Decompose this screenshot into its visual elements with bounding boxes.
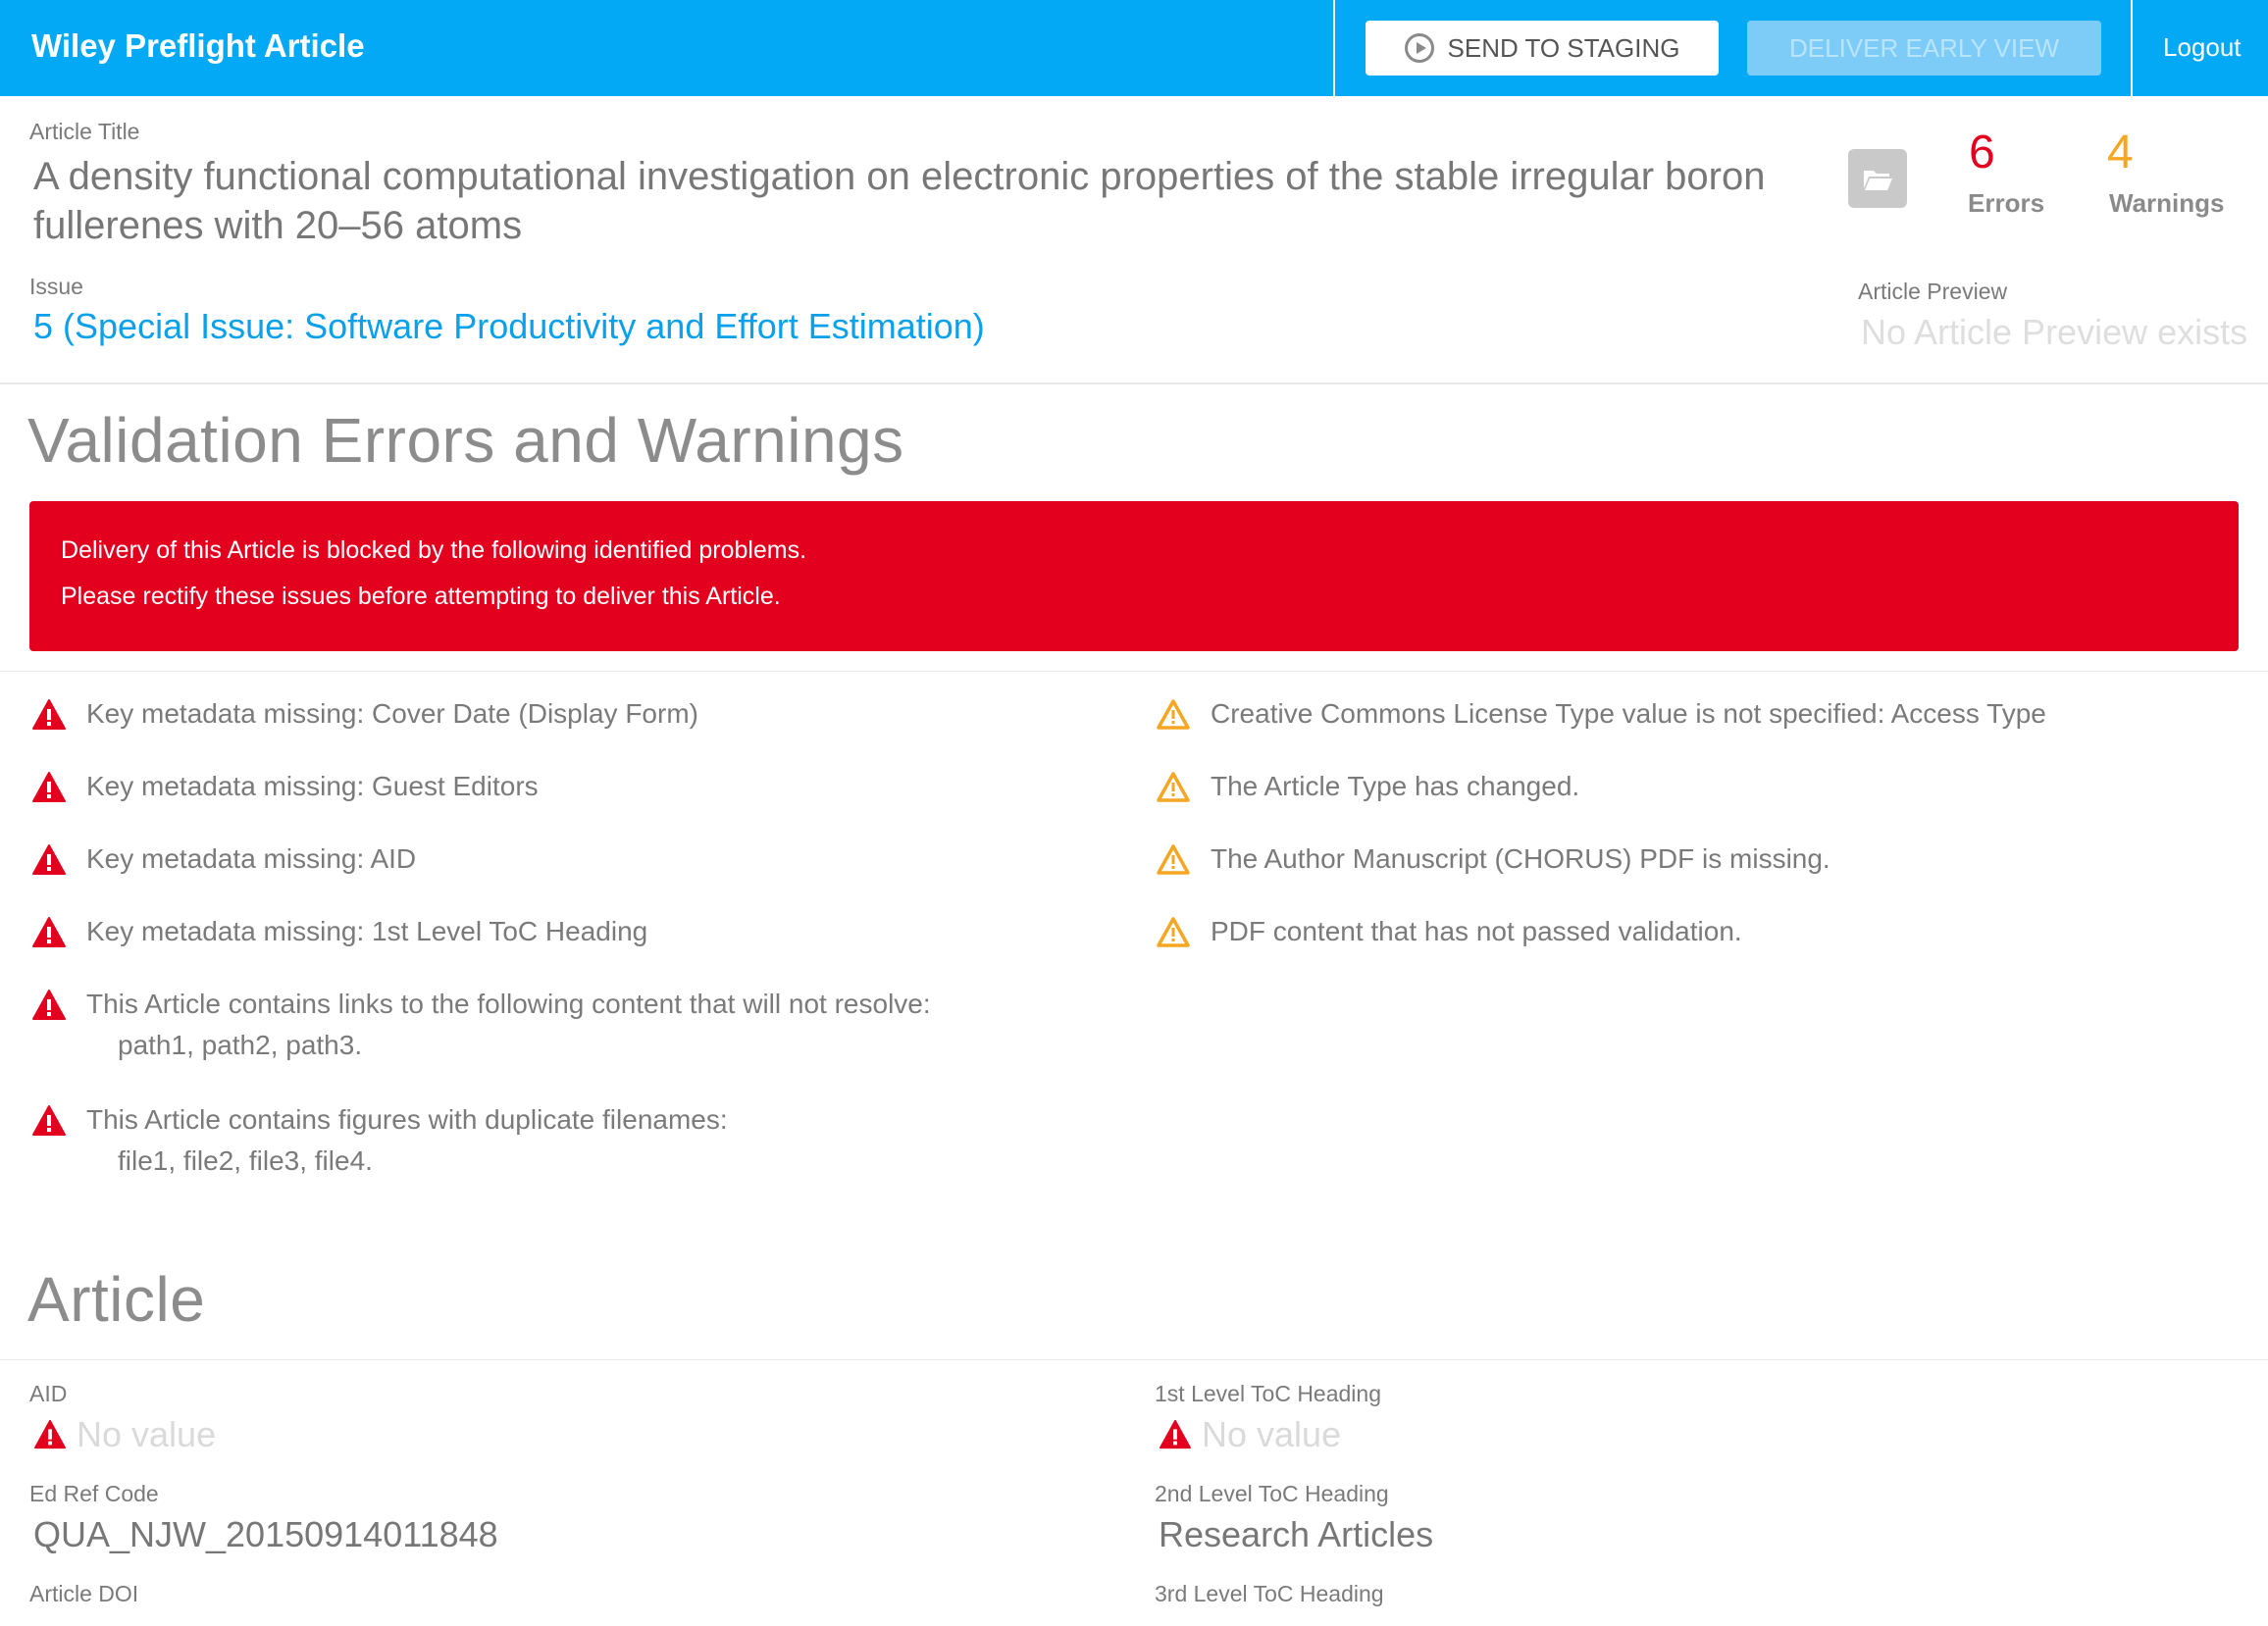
warning-item: PDF content that has not passed validati… [1156,916,1742,949]
divider [0,1359,2268,1360]
errors-count: 6 [1969,127,1995,178]
send-to-staging-button[interactable]: SEND TO STAGING [1366,21,1719,76]
logout-link[interactable]: Logout [2163,32,2242,63]
warning-item: The Author Manuscript (CHORUS) PDF is mi… [1156,843,1830,877]
error-triangle-icon [32,844,66,875]
article-section-title: Article [27,1264,206,1335]
issue-label: Issue [29,274,83,299]
error-triangle-icon [34,1419,66,1449]
doi-label: Article DOI [29,1581,139,1606]
error-triangle-icon [32,772,66,802]
alert-line: Delivery of this Article is blocked by t… [61,536,807,564]
errors-label: Errors [1968,188,2045,218]
error-detail: file1, file2, file3, file4. [118,1145,373,1176]
warning-triangle-icon [1157,699,1190,730]
error-text: Key metadata missing: Guest Editors [86,771,539,801]
aid-label: AID [29,1381,68,1406]
error-text: This Article contains links to the follo… [86,989,931,1019]
article-preview-value: No Article Preview exists [1861,312,2248,352]
error-text: Key metadata missing: AID [86,843,417,874]
error-item: Key metadata missing: 1st Level ToC Head… [31,916,647,949]
send-to-staging-label: SEND TO STAGING [1447,32,1680,63]
topbar-divider [2131,0,2133,96]
toc1-label: 1st Level ToC Heading [1155,1381,1381,1406]
error-text: Key metadata missing: Cover Date (Displa… [86,698,698,729]
validation-section-title: Validation Errors and Warnings [27,405,904,476]
warning-text: Creative Commons License Type value is n… [1211,698,2046,729]
error-item: Key metadata missing: Guest Editors [31,771,539,804]
aid-value: No value [33,1414,216,1455]
error-triangle-icon [32,917,66,947]
folder-icon [1864,171,1892,190]
toc2-value: Research Articles [1159,1514,1434,1554]
error-item: Key metadata missing: Cover Date (Displa… [31,698,698,732]
alert-line: Please rectify these issues before attem… [61,583,781,610]
warnings-label: Warnings [2109,188,2225,218]
toc2-label: 2nd Level ToC Heading [1155,1481,1389,1506]
error-item: This Article contains figures with dupli… [31,1104,728,1176]
blocked-alert: Delivery of this Article is blocked by t… [29,501,2239,651]
article-title: A density functional computational inves… [33,155,1766,247]
warning-item: Creative Commons License Type value is n… [1156,698,2046,732]
divider [0,382,2268,384]
article-preview-label: Article Preview [1858,279,2008,304]
edref-value: QUA_NJW_20150914011848 [33,1514,498,1554]
warning-text: The Author Manuscript (CHORUS) PDF is mi… [1211,843,1830,874]
error-item: Key metadata missing: AID [31,843,416,877]
issue-link[interactable]: 5 (Special Issue: Software Productivity … [33,306,985,347]
app-title: Wiley Preflight Article [31,27,365,64]
edref-label: Ed Ref Code [29,1481,159,1506]
warning-triangle-icon [1157,917,1190,947]
warning-text: The Article Type has changed. [1211,771,1580,801]
aid-value-text: No value [77,1414,217,1454]
top-bar: Wiley Preflight Article SEND TO STAGING … [0,0,2268,96]
toc1-value: No value [1159,1414,1341,1455]
error-text: This Article contains figures with dupli… [86,1104,728,1135]
warning-triangle-icon [1157,844,1190,875]
error-triangle-icon [32,990,66,1020]
open-folder-button[interactable] [1848,149,1907,208]
error-triangle-icon [32,1105,66,1136]
error-detail: path1, path2, path3. [118,1030,363,1060]
error-triangle-icon [32,699,66,730]
error-triangle-icon [1160,1419,1191,1449]
topbar-divider [1333,0,1335,96]
warning-triangle-icon [1157,772,1190,802]
error-item: This Article contains links to the follo… [31,989,931,1060]
warning-item: The Article Type has changed. [1156,771,1579,804]
article-title-label: Article Title [29,119,140,144]
deliver-early-view-label: DELIVER EARLY VIEW [1788,32,2060,63]
play-circle-icon [1404,33,1434,63]
warnings-count: 4 [2107,127,2134,178]
toc1-value-text: No value [1202,1414,1342,1454]
divider [0,671,2268,672]
warning-text: PDF content that has not passed validati… [1211,916,1742,946]
toc3-label: 3rd Level ToC Heading [1155,1581,1384,1606]
error-text: Key metadata missing: 1st Level ToC Head… [86,916,648,946]
deliver-early-view-button[interactable]: DELIVER EARLY VIEW [1747,21,2101,76]
